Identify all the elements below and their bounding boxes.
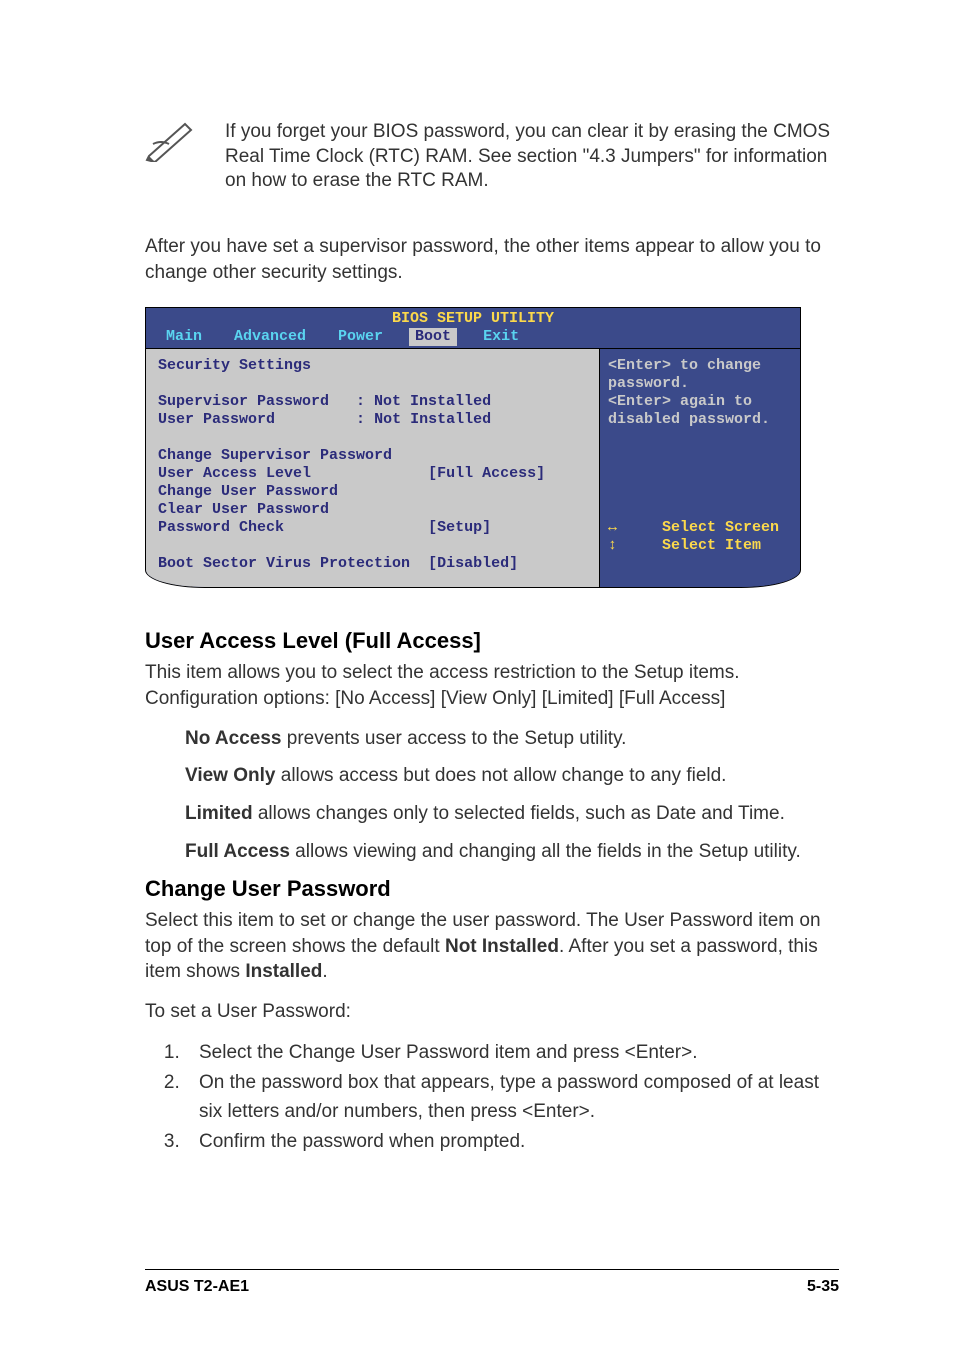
- bios-nav-select-screen: ↔ Select Screen: [608, 519, 788, 537]
- bios-change-user-pw[interactable]: Change User Password: [158, 483, 587, 501]
- bios-tab-main[interactable]: Main: [160, 328, 208, 346]
- bios-tab-row: Main Advanced Power Boot Exit: [146, 328, 800, 348]
- step-2: On the password box that appears, type a…: [185, 1069, 839, 1126]
- bios-tab-power[interactable]: Power: [332, 328, 389, 346]
- bios-screen: BIOS SETUP UTILITY Main Advanced Power B…: [145, 307, 801, 588]
- bios-title: BIOS SETUP UTILITY: [146, 308, 800, 328]
- bios-section-heading: Security Settings: [158, 357, 587, 375]
- set-user-pw-lead: To set a User Password:: [145, 999, 839, 1025]
- pencil-note-icon: [145, 120, 195, 162]
- bios-boot-sector[interactable]: Boot Sector Virus Protection [Disabled]: [158, 555, 587, 573]
- change-user-pw-desc: Select this item to set or change the us…: [145, 908, 839, 985]
- bios-nav-select-item: ↕ Select Item: [608, 537, 788, 555]
- step-1: Select the Change User Password item and…: [185, 1039, 839, 1068]
- note-text: If you forget your BIOS password, you ca…: [225, 120, 839, 194]
- bios-help-line: password.: [608, 375, 788, 393]
- bios-tab-exit[interactable]: Exit: [477, 328, 525, 346]
- bios-clear-user-pw[interactable]: Clear User Password: [158, 501, 587, 519]
- opt-view-only: View Only allows access but does not all…: [185, 763, 839, 789]
- footer-model: ASUS T2-AE1: [145, 1278, 249, 1296]
- opt-limited: Limited allows changes only to selected …: [185, 801, 839, 827]
- bios-tab-boot[interactable]: Boot: [409, 328, 457, 346]
- bios-help-line: <Enter> to change: [608, 357, 788, 375]
- footer-page-number: 5-35: [807, 1278, 839, 1296]
- bios-left-pane: Security Settings Supervisor Password : …: [146, 348, 600, 587]
- step-3: Confirm the password when prompted.: [185, 1128, 839, 1157]
- bios-right-pane: <Enter> to change password. <Enter> agai…: [600, 348, 800, 587]
- bios-help-line: <Enter> again to: [608, 393, 788, 411]
- opt-no-access: No Access prevents user access to the Se…: [185, 726, 839, 752]
- bios-change-supervisor[interactable]: Change Supervisor Password: [158, 447, 587, 465]
- bios-password-check[interactable]: Password Check [Setup]: [158, 519, 587, 537]
- bios-user-pw: User Password : Not Installed: [158, 411, 587, 429]
- set-user-pw-steps: Select the Change User Password item and…: [185, 1039, 839, 1157]
- bios-supervisor-pw: Supervisor Password : Not Installed: [158, 393, 587, 411]
- heading-user-access-level: User Access Level (Full Access]: [145, 628, 839, 654]
- page-footer: ASUS T2-AE1 5-35: [145, 1269, 839, 1296]
- bios-help-line: disabled password.: [608, 411, 788, 429]
- bios-user-access-level[interactable]: User Access Level [Full Access]: [158, 465, 587, 483]
- bios-tab-advanced[interactable]: Advanced: [228, 328, 312, 346]
- intro-paragraph: After you have set a supervisor password…: [145, 234, 839, 285]
- heading-change-user-password: Change User Password: [145, 876, 839, 902]
- opt-full-access: Full Access allows viewing and changing …: [185, 839, 839, 865]
- user-access-desc: This item allows you to select the acces…: [145, 660, 839, 711]
